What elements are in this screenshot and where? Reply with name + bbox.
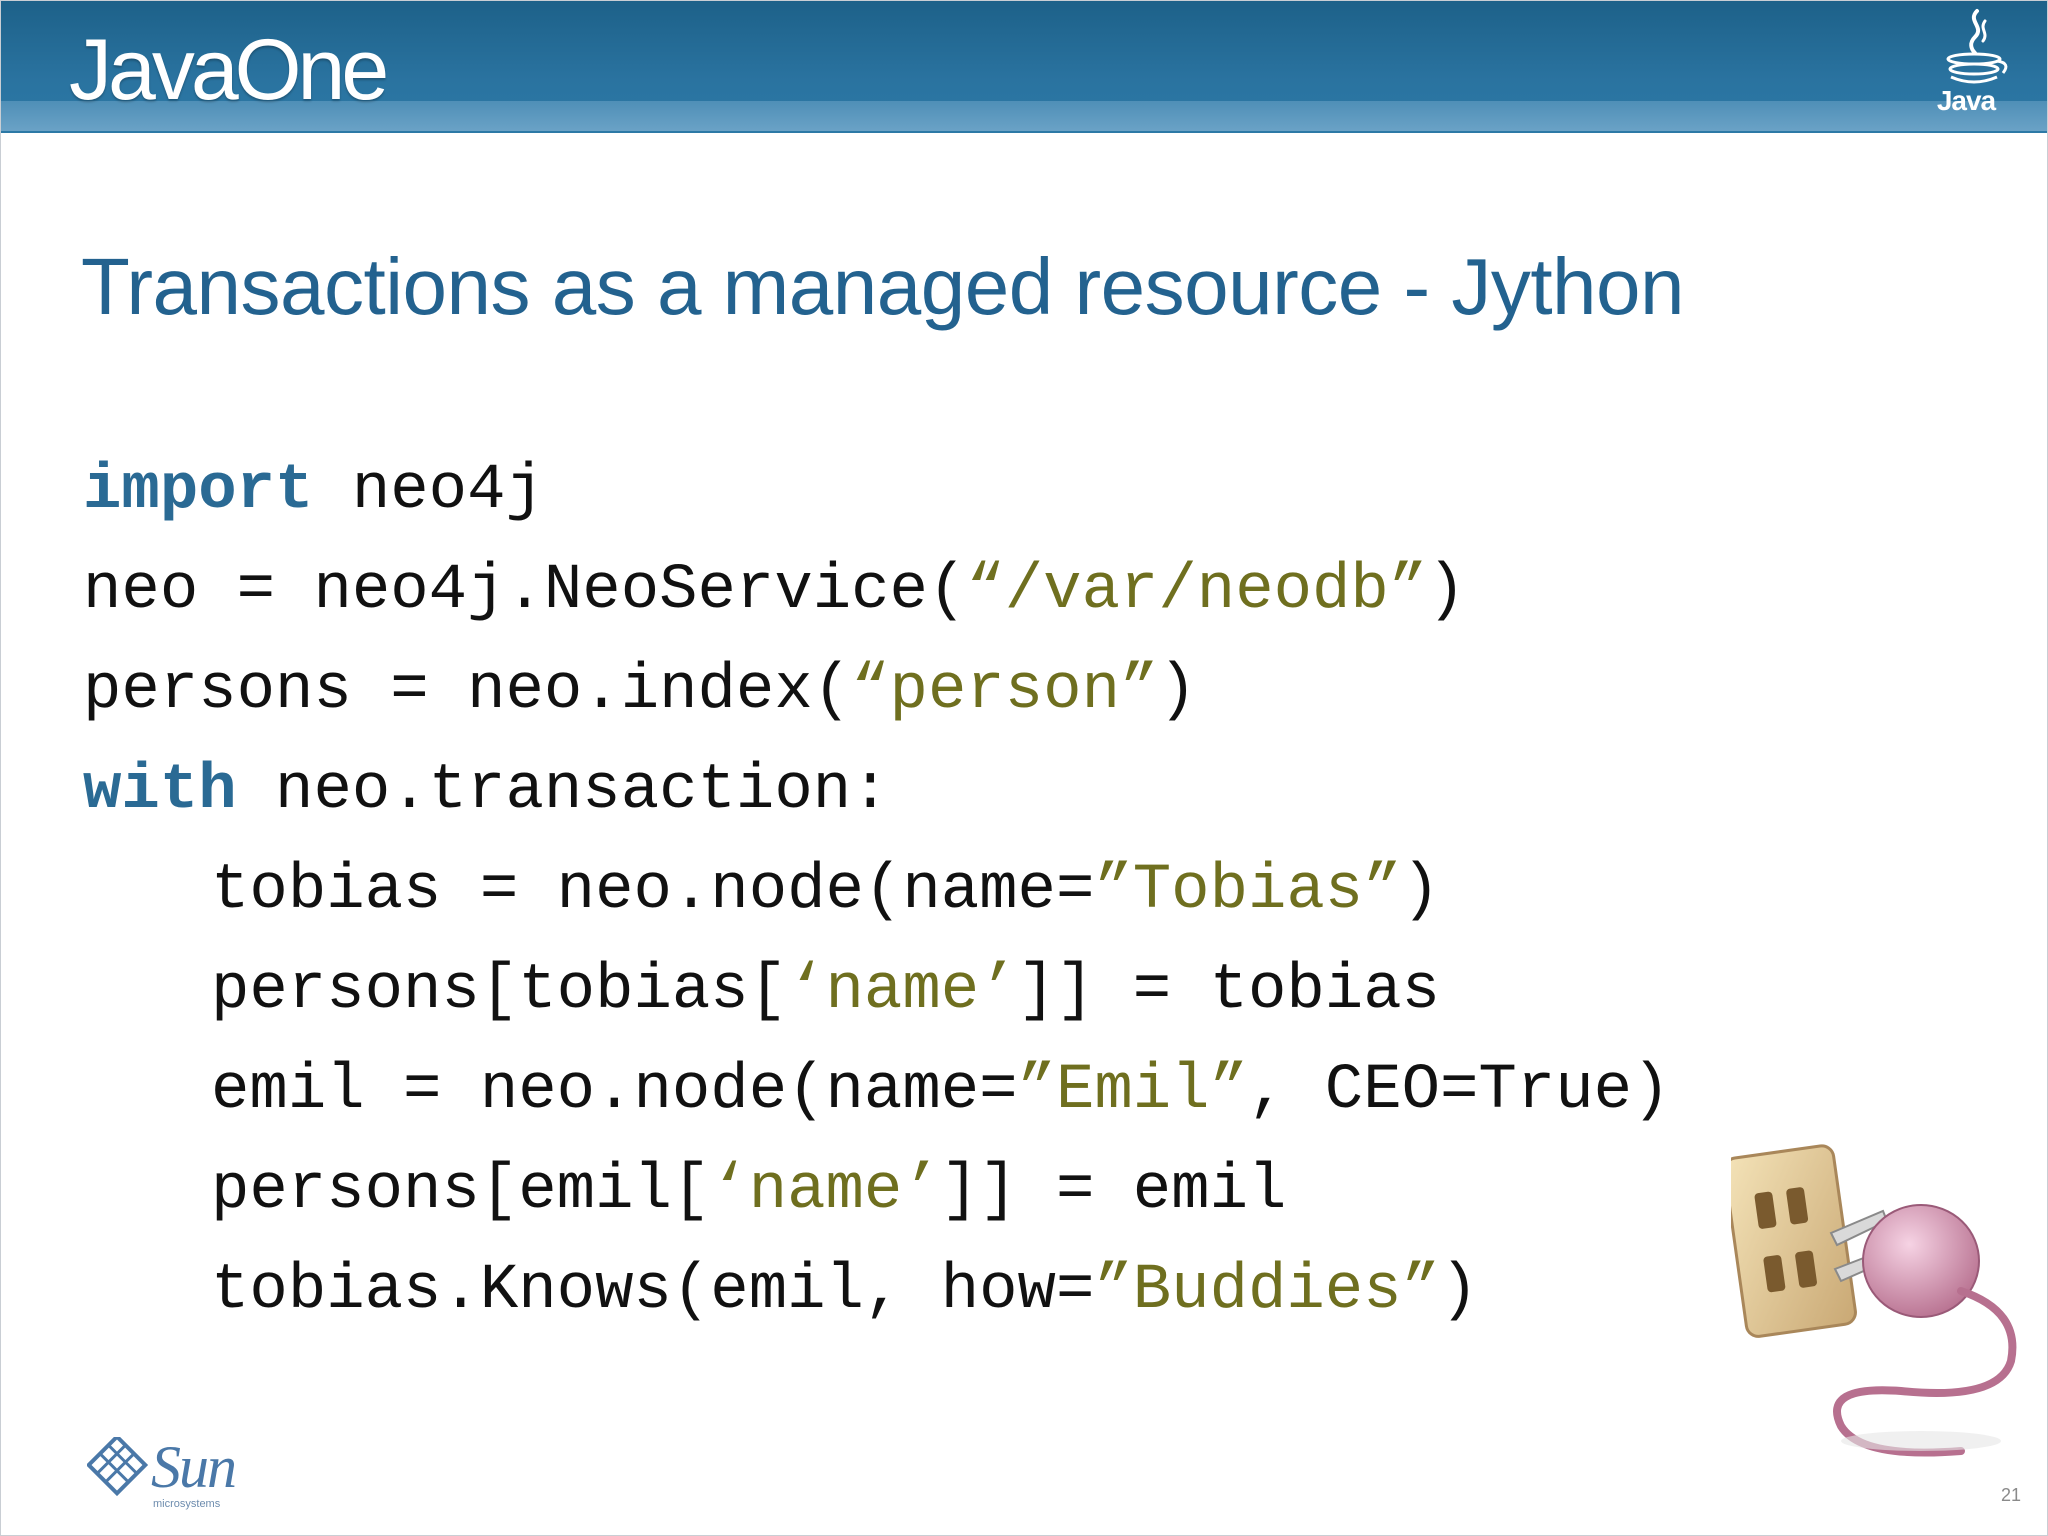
code-text: tobias.Knows(emil, how= (211, 1255, 1095, 1327)
code-string: “/var/neodb” (966, 555, 1428, 627)
code-string: ”Tobias” (1094, 855, 1402, 927)
slide: JavaOne Java Transactions as a managed r… (0, 0, 2048, 1536)
code-line: import neo4j (83, 441, 1670, 541)
slide-title: Transactions as a managed resource - Jyt… (81, 242, 1685, 331)
code-string: ‘name’ (787, 955, 1018, 1027)
code-line: persons = neo.index(“person”) (83, 641, 1670, 741)
code-text: emil = neo.node(name= (211, 1055, 1018, 1127)
code-text: tobias = neo.node(name= (211, 855, 1095, 927)
code-line: neo = neo4j.NeoService(“/var/neodb”) (83, 541, 1670, 641)
code-string: ‘name’ (710, 1155, 941, 1227)
code-text: persons = neo.index( (83, 655, 852, 727)
code-line: with neo.transaction: (83, 741, 1670, 841)
code-string: ”Buddies” (1094, 1255, 1440, 1327)
code-text: neo = neo4j.NeoService( (83, 555, 967, 627)
code-text: ) (1440, 1255, 1479, 1327)
power-plug-outlet-icon (1731, 1144, 2017, 1457)
code-text: neo4j (313, 455, 544, 527)
java-logo-text: Java (1936, 85, 1996, 116)
code-keyword: import (83, 455, 314, 527)
code-line: persons[emil[‘name’]] = emil (83, 1141, 1670, 1241)
javaone-logo: JavaOne (69, 22, 389, 118)
sun-logo-subtext: microsystems (153, 1498, 221, 1510)
code-text: persons[tobias[ (211, 955, 788, 1027)
code-text: persons[emil[ (211, 1155, 711, 1227)
code-text: ]] = tobias (1017, 955, 1440, 1027)
code-text: ) (1427, 555, 1466, 627)
code-line: tobias.Knows(emil, how=”Buddies”) (83, 1241, 1670, 1341)
code-text: ) (1158, 655, 1197, 727)
code-line: tobias = neo.node(name=”Tobias”) (83, 841, 1670, 941)
code-text: neo.transaction: (236, 755, 890, 827)
code-text: , CEO=True) (1247, 1055, 1671, 1127)
sun-logo-text: Sun (151, 1434, 237, 1500)
code-block: import neo4j neo = neo4j.NeoService(“/var… (83, 441, 1670, 1341)
code-keyword: with (83, 755, 237, 827)
code-text: ]] = emil (940, 1155, 1287, 1227)
code-string: “person” (851, 655, 1159, 727)
code-text: ) (1401, 855, 1440, 927)
code-string: ”Emil” (1017, 1055, 1248, 1127)
code-line: emil = neo.node(name=”Emil”, CEO=True) (83, 1041, 1670, 1141)
code-line: persons[tobias[‘name’]] = tobias (83, 941, 1670, 1041)
page-number: 21 (2000, 1485, 2021, 1505)
